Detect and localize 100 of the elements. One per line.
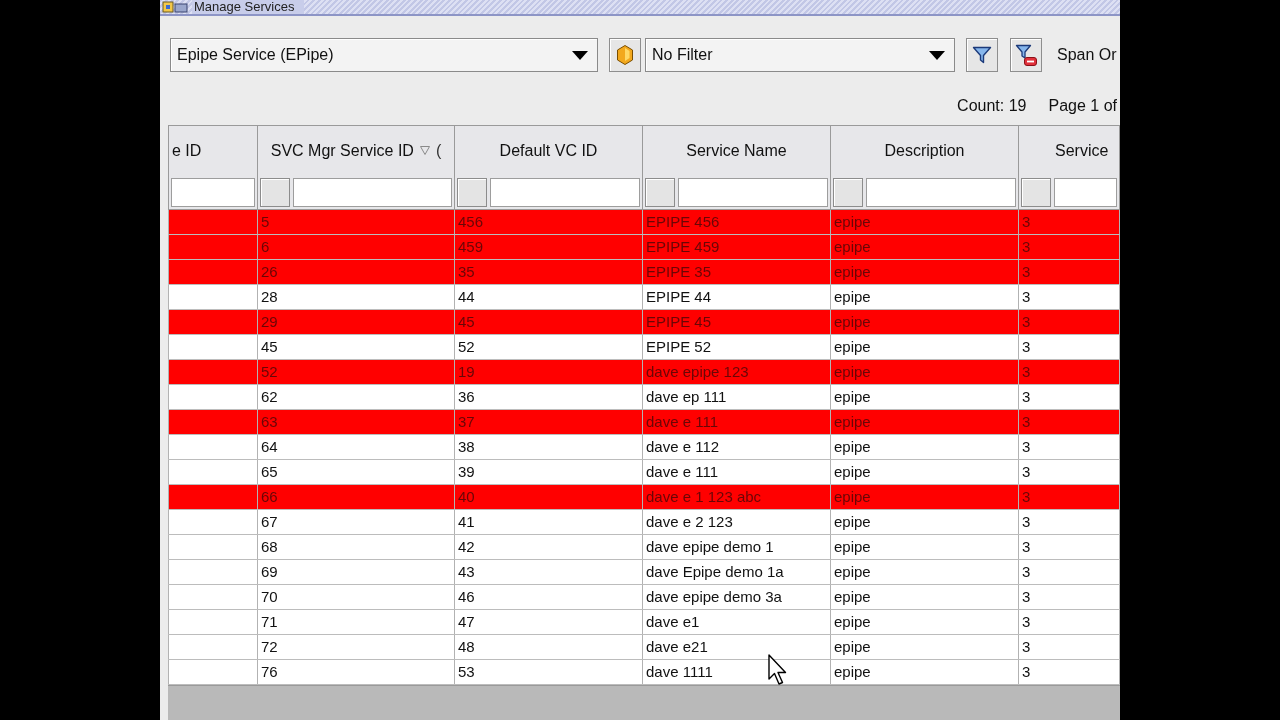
filter-option-button[interactable] <box>1021 177 1051 207</box>
clear-filter-button[interactable] <box>1010 38 1042 72</box>
column-header[interactable]: Service Name <box>643 125 831 175</box>
filter-option-button[interactable] <box>457 177 487 207</box>
table-cell-text: epipe <box>834 487 871 507</box>
table-cell-text: 3 <box>1022 387 1031 407</box>
table-cell-text: 38 <box>458 437 475 457</box>
table-cell-text: 67 <box>261 512 278 532</box>
filter-button[interactable] <box>966 38 998 72</box>
table-cell-text: 3 <box>1022 412 1031 432</box>
filter-input[interactable] <box>678 177 828 207</box>
table-cell-text: 46 <box>458 587 475 607</box>
table-cell-text: EPIPE 459 <box>646 237 720 257</box>
gem-icon <box>617 45 633 65</box>
table-row[interactable]: 70 46 dave epipe demo 3a epipe 3 <box>168 585 1120 610</box>
column-header[interactable]: Default VC ID <box>455 125 643 175</box>
table-cell-text: 68 <box>261 537 278 557</box>
table-cell-text: dave 1111 <box>646 662 713 682</box>
table-cell-text: dave e 112 <box>646 437 720 457</box>
filter-option-button[interactable] <box>260 177 290 207</box>
sort-order-label: ( <box>435 141 442 160</box>
table-cell-text: 456 <box>458 212 484 232</box>
gem-button[interactable] <box>609 38 641 72</box>
table-row[interactable]: 72 48 dave e21 epipe 3 <box>168 635 1120 660</box>
table-row[interactable]: 67 41 dave e 2 123 epipe 3 <box>168 510 1120 535</box>
result-count: Count: 19 <box>957 97 1027 115</box>
window-title: Manage Services <box>192 0 305 14</box>
filter-input[interactable] <box>171 177 255 207</box>
clear-filter-icon <box>1015 44 1037 66</box>
table-cell-text: epipe <box>834 587 871 607</box>
table-cell-text: EPIPE 52 <box>646 337 712 357</box>
table-row[interactable]: 62 36 dave ep 111 epipe 3 <box>168 385 1120 410</box>
table-cell-text: 19 <box>458 362 475 382</box>
table-cell-text: dave Epipe demo 1a <box>646 562 784 582</box>
table-cell-text: 66 <box>261 487 278 507</box>
table-cell-text: 71 <box>261 612 278 632</box>
column-header[interactable]: e ID <box>168 125 258 175</box>
table-cell-text: 63 <box>261 412 278 432</box>
table-cell-text: 53 <box>458 662 475 682</box>
mouse-pointer-icon <box>768 654 788 688</box>
table-cell-text: epipe <box>834 437 871 457</box>
span-option-label: Span Or <box>1057 46 1117 64</box>
table-cell-text: dave epipe demo 3a <box>646 587 782 607</box>
service-type-dropdown[interactable]: Epipe Service (EPipe) <box>170 38 598 72</box>
table-row[interactable]: 45 52 EPIPE 52 epipe 3 <box>168 335 1120 360</box>
table-cell-text: 3 <box>1022 262 1031 282</box>
table-cell-text: 3 <box>1022 462 1031 482</box>
table-cell-text: 42 <box>458 537 475 557</box>
table-cell-text: 41 <box>458 512 475 532</box>
column-header[interactable]: Description <box>831 125 1019 175</box>
table-cell-text: 6 <box>261 237 270 257</box>
table-cell-text: epipe <box>834 662 871 682</box>
column-header[interactable]: Service <box>1019 125 1120 175</box>
table-cell-text: 3 <box>1022 512 1031 532</box>
table-cell-text: 3 <box>1022 487 1031 507</box>
table-cell-text: 3 <box>1022 312 1031 332</box>
table-cell-text: 43 <box>458 562 475 582</box>
table-cell-text: 36 <box>458 387 475 407</box>
table-cell-text: dave e 2 123 <box>646 512 733 532</box>
table-cell-text: epipe <box>834 212 871 232</box>
table-cell-text: 3 <box>1022 637 1031 657</box>
table-cell-text: 76 <box>261 662 278 682</box>
table-cell-text: epipe <box>834 637 871 657</box>
table-row[interactable]: 65 39 dave e 111 epipe 3 <box>168 460 1120 485</box>
table-cell-text: epipe <box>834 512 871 532</box>
table-cell-text: epipe <box>834 237 871 257</box>
table-row[interactable]: 68 42 dave epipe demo 1 epipe 3 <box>168 535 1120 560</box>
table-cell-text: 3 <box>1022 587 1031 607</box>
table-cell-text: epipe <box>834 287 871 307</box>
table-row[interactable]: 76 53 dave 1111 epipe 3 <box>168 660 1120 685</box>
table-cell-text: EPIPE 456 <box>646 212 720 232</box>
table-cell-text: 3 <box>1022 437 1031 457</box>
filter-option-button[interactable] <box>645 177 675 207</box>
table-cell-text: 47 <box>458 612 475 632</box>
filter-input[interactable] <box>1054 177 1117 207</box>
table-row[interactable]: 69 43 dave Epipe demo 1a epipe 3 <box>168 560 1120 585</box>
table-cell-text: 3 <box>1022 362 1031 382</box>
table-cell-text: epipe <box>834 562 871 582</box>
table-cell-text: 62 <box>261 387 278 407</box>
table-cell-text: dave ep 111 <box>646 387 727 407</box>
table-cell-text: dave e21 <box>646 637 708 657</box>
filter-option-button[interactable] <box>833 177 863 207</box>
table-cell-text: dave epipe 123 <box>646 362 749 382</box>
table-cell-text: 35 <box>458 262 475 282</box>
table-cell-text: dave e 1 123 abc <box>646 487 762 507</box>
table-cell-text: EPIPE 44 <box>646 287 712 307</box>
filter-dropdown[interactable]: No Filter <box>645 38 955 72</box>
filter-input[interactable] <box>293 177 452 207</box>
table-row[interactable]: 71 47 dave e1 epipe 3 <box>168 610 1120 635</box>
column-header[interactable]: SVC Mgr Service ID ( <box>258 125 455 175</box>
table-cell-text: 3 <box>1022 612 1031 632</box>
window-icon <box>162 1 188 13</box>
table-cell-text: 37 <box>458 412 475 432</box>
table-cell-text: 3 <box>1022 562 1031 582</box>
table-row[interactable]: 64 38 dave e 112 epipe 3 <box>168 435 1120 460</box>
filter-input[interactable] <box>866 177 1016 207</box>
table-cell-text: 3 <box>1022 237 1031 257</box>
filter-input[interactable] <box>490 177 640 207</box>
table-cell-text: epipe <box>834 612 871 632</box>
table-row[interactable]: 28 44 EPIPE 44 epipe 3 <box>168 285 1120 310</box>
